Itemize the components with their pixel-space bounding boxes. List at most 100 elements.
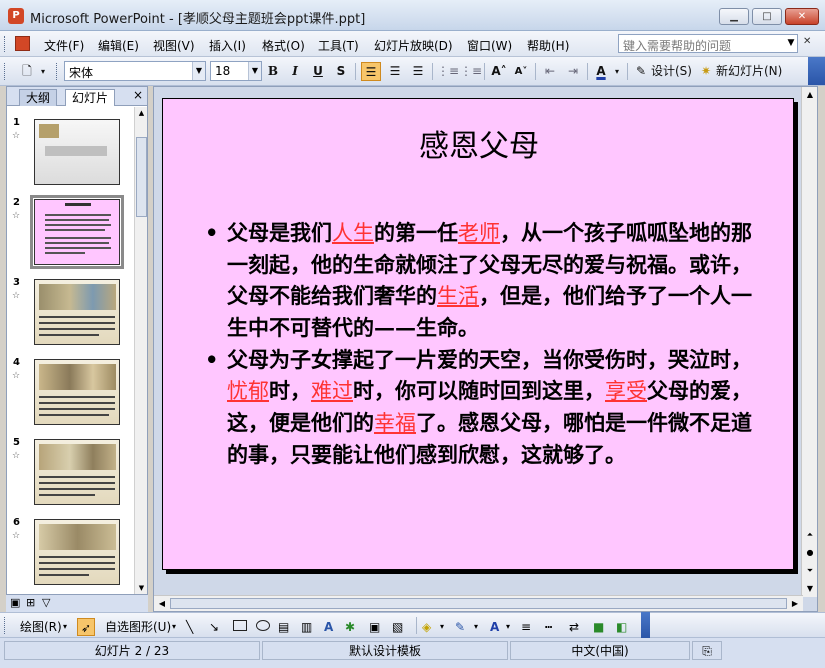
line-tool-icon[interactable]: ╲ xyxy=(186,618,193,636)
menu-view[interactable]: 视图(V) xyxy=(153,37,195,54)
menu-format[interactable]: 格式(O) xyxy=(262,37,305,54)
slide-thumbnail-selected[interactable] xyxy=(30,195,124,269)
font-color-icon[interactable]: A xyxy=(490,618,499,636)
slide-sorter-icon[interactable]: ⊞ xyxy=(26,596,35,609)
powerpoint-app-icon[interactable]: P xyxy=(8,8,24,24)
menu-slideshow[interactable]: 幻灯片放映(D) xyxy=(374,37,453,54)
slide-thumbnail-row[interactable]: 1 ☆ xyxy=(7,117,133,193)
select-browse-object-icon[interactable]: ● xyxy=(802,545,818,561)
diagram-icon[interactable]: ✱ xyxy=(345,618,355,636)
slide-title[interactable]: 感恩父母 xyxy=(163,121,795,165)
hyperlink-text[interactable]: 生活 xyxy=(437,284,479,308)
menu-edit[interactable]: 编辑(E) xyxy=(98,37,139,54)
bold-button[interactable]: B xyxy=(264,62,282,81)
chevron-down-icon[interactable]: ▼ xyxy=(248,62,261,80)
new-slide-button[interactable]: 新幻灯片(N) xyxy=(716,62,788,81)
dash-style-icon[interactable]: ┅ xyxy=(545,618,552,636)
font-color-dropdown-icon[interactable]: ▾ xyxy=(612,62,622,81)
scroll-right-icon[interactable]: ▶ xyxy=(787,596,803,612)
toolbar-grip[interactable] xyxy=(4,63,7,80)
tab-outline[interactable]: 大纲 xyxy=(19,89,58,106)
menu-insert[interactable]: 插入(I) xyxy=(209,37,246,54)
font-name-combo[interactable]: 宋体 ▼ xyxy=(64,61,206,81)
slide-thumbnail[interactable] xyxy=(34,439,120,505)
align-center-icon[interactable]: ☰ xyxy=(385,62,405,81)
previous-slide-icon[interactable]: ⏶ xyxy=(802,527,818,543)
menu-grip[interactable] xyxy=(4,36,7,52)
help-search-input[interactable]: 键入需要帮助的问题 xyxy=(618,34,798,53)
maximize-button[interactable]: □ xyxy=(752,8,782,25)
slides-pane-scrollbar[interactable]: ▲ ▼ xyxy=(134,107,147,595)
slide-horizontal-scrollbar[interactable]: ◀ ▶ xyxy=(154,595,803,611)
menu-tools[interactable]: 工具(T) xyxy=(318,37,359,54)
drawing-toolbar-overflow-icon[interactable] xyxy=(641,612,650,638)
underline-button[interactable]: U xyxy=(309,62,327,81)
align-right-icon[interactable]: ☰ xyxy=(408,62,428,81)
hyperlink-text[interactable]: 幸福 xyxy=(374,411,416,435)
line-color-icon[interactable]: ✎ xyxy=(455,618,465,636)
current-slide[interactable]: 感恩父母 • 父母是我们人生的第一任老师，从一个孩子呱呱坠地的那一刻起，他的生命… xyxy=(162,98,794,570)
normal-view-icon[interactable]: ▣ xyxy=(10,596,20,609)
decrease-font-icon[interactable]: A˅ xyxy=(511,62,531,81)
toolbar-overflow-icon[interactable] xyxy=(808,57,825,85)
fill-color-icon[interactable]: ◈ xyxy=(422,618,431,636)
autoshapes-button[interactable]: 自选图形(U) xyxy=(105,618,171,636)
scroll-thumb[interactable] xyxy=(136,137,147,217)
spelling-status-icon[interactable]: ⎘ xyxy=(692,641,722,660)
menu-help[interactable]: 帮助(H) xyxy=(527,37,569,54)
document-close-icon[interactable]: ✕ xyxy=(803,36,811,47)
toolbar-options-icon[interactable]: ▾ xyxy=(38,62,48,81)
hyperlink-text[interactable]: 人生 xyxy=(332,221,374,245)
hyperlink-text[interactable]: 享受 xyxy=(605,379,647,403)
chevron-down-icon[interactable]: ▼ xyxy=(192,62,205,80)
decrease-indent-icon[interactable]: ⇤ xyxy=(540,62,560,81)
scroll-thumb[interactable] xyxy=(170,598,787,609)
3d-style-icon[interactable]: ◧ xyxy=(616,618,627,636)
slideshow-icon[interactable]: ▽ xyxy=(42,596,50,609)
numbering-icon[interactable]: ⋮≡ xyxy=(437,62,459,81)
slide-thumbnail[interactable] xyxy=(34,119,120,185)
line-color-dropdown-icon[interactable]: ▾ xyxy=(474,618,478,636)
help-dropdown-icon[interactable]: ▼ xyxy=(784,34,798,53)
arrow-tool-icon[interactable]: ↘ xyxy=(209,618,219,636)
slide-thumbnail-row[interactable]: 4 ☆ xyxy=(7,357,133,433)
scroll-up-icon[interactable]: ▲ xyxy=(135,107,148,120)
scroll-left-icon[interactable]: ◀ xyxy=(154,596,170,612)
slide-thumbnail[interactable] xyxy=(34,279,120,345)
shadow-style-icon[interactable]: ■ xyxy=(593,618,604,636)
rectangle-tool-icon[interactable] xyxy=(233,620,247,631)
draw-menu-button[interactable]: 绘图(R) xyxy=(20,618,62,636)
hyperlink-text[interactable]: 难过 xyxy=(311,379,353,403)
autoshapes-dropdown-icon[interactable]: ▾ xyxy=(172,618,176,636)
design-button[interactable]: 设计(S) xyxy=(651,62,695,81)
hyperlink-text[interactable]: 忧郁 xyxy=(227,379,269,403)
slide-thumbnail-row[interactable]: 3 ☆ xyxy=(7,277,133,353)
font-color-icon[interactable]: A xyxy=(592,62,610,81)
increase-font-icon[interactable]: A˄ xyxy=(489,62,509,81)
slide-thumbnail-row[interactable]: 5 ☆ xyxy=(7,437,133,513)
draw-menu-dropdown-icon[interactable]: ▾ xyxy=(63,618,67,636)
toolbar-grip-2[interactable] xyxy=(56,63,59,80)
next-slide-icon[interactable]: ⏷ xyxy=(802,563,818,579)
slide-body[interactable]: • 父母是我们人生的第一任老师，从一个孩子呱呱坠地的那一刻起，他的生命就倾注了父… xyxy=(205,217,753,471)
slide-vertical-scrollbar[interactable]: ▲ ⏶ ● ⏷ ▼ xyxy=(801,87,817,597)
minimize-button[interactable]: ▁ xyxy=(719,8,749,25)
slide-thumbnail[interactable] xyxy=(34,519,120,585)
menu-window[interactable]: 窗口(W) xyxy=(467,37,512,54)
shadow-button[interactable]: S xyxy=(332,62,350,81)
menu-file[interactable]: 文件(F) xyxy=(44,37,84,54)
slide-thumbnail[interactable] xyxy=(34,359,120,425)
close-button[interactable]: ✕ xyxy=(785,8,819,25)
scroll-down-icon[interactable]: ▼ xyxy=(802,581,818,597)
hyperlink-text[interactable]: 老师 xyxy=(458,221,500,245)
bullets-icon[interactable]: ⋮≡ xyxy=(460,62,482,81)
clipart-icon[interactable]: ▣ xyxy=(369,618,380,636)
align-left-icon[interactable]: ☰ xyxy=(361,62,381,81)
font-size-combo[interactable]: 18 ▼ xyxy=(210,61,262,81)
slide-thumbnail-row[interactable]: 2 ☆ xyxy=(7,195,133,273)
select-objects-icon[interactable]: ➶ xyxy=(77,618,95,636)
increase-indent-icon[interactable]: ⇥ xyxy=(563,62,583,81)
oval-tool-icon[interactable] xyxy=(256,620,270,631)
pane-close-icon[interactable]: × xyxy=(133,88,143,102)
wordart-icon[interactable]: A xyxy=(324,618,333,636)
